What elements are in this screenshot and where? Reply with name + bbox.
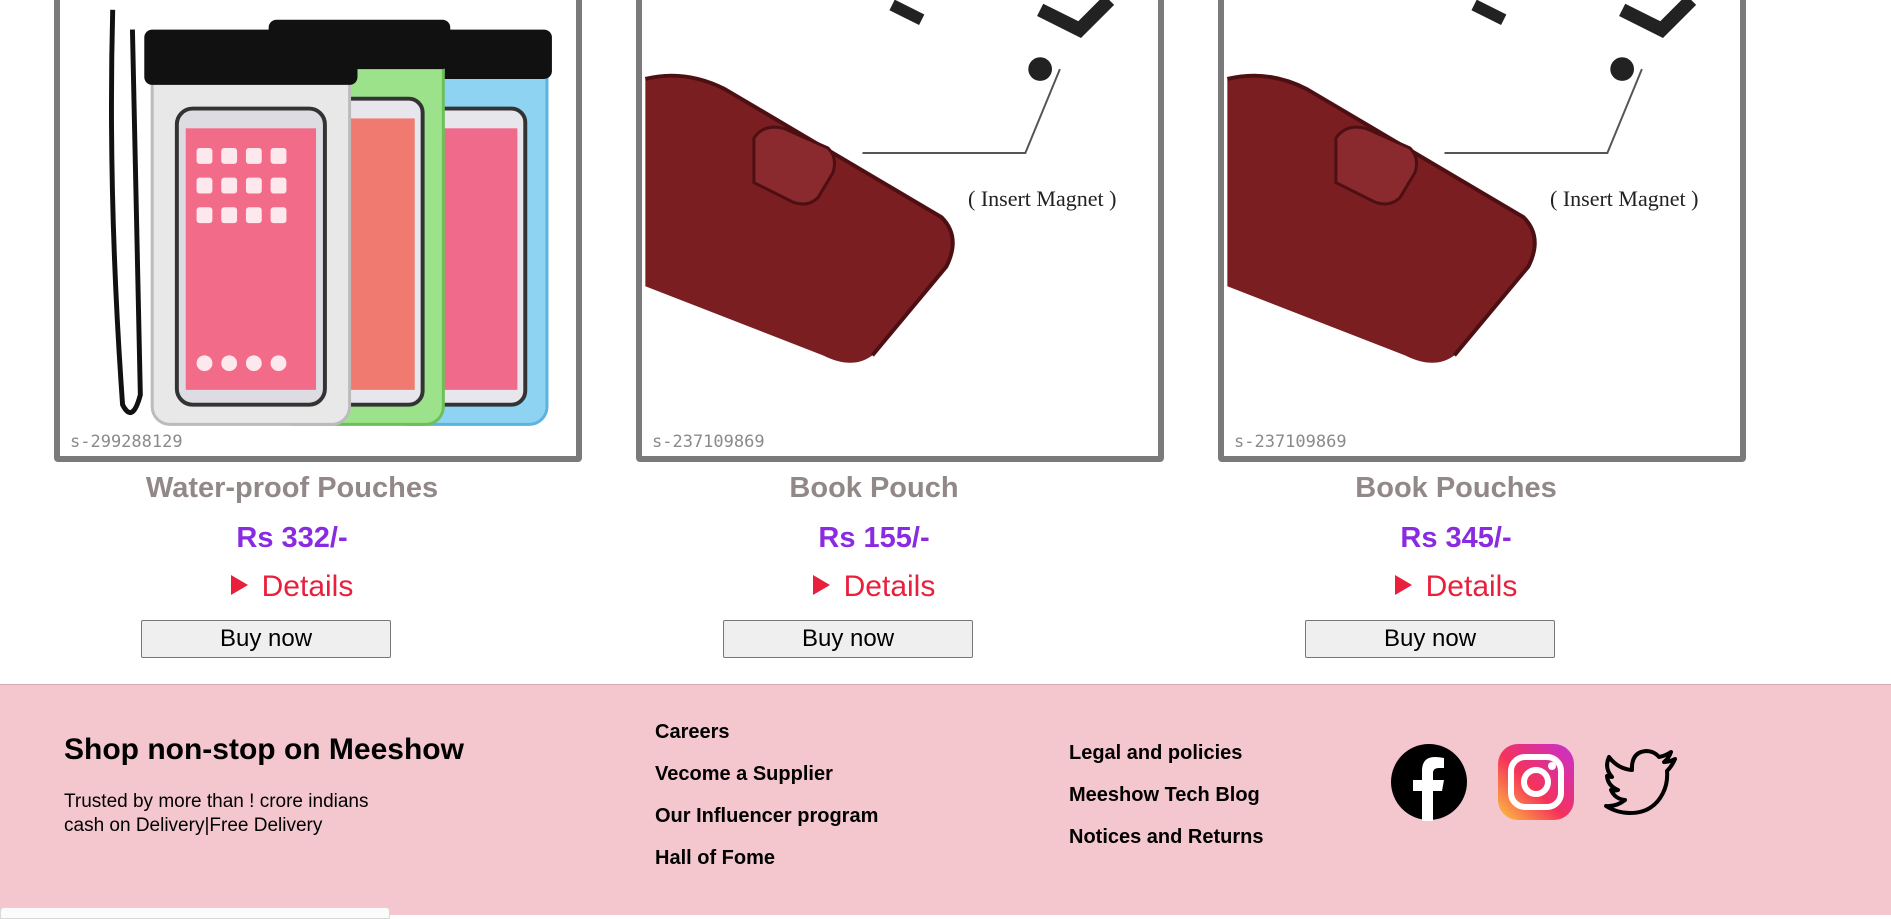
details-label: Details bbox=[261, 570, 354, 603]
footer-tagline: Trusted by more than ! crore indians bbox=[64, 791, 369, 812]
footer-link-hall-of-fame[interactable]: Hall of Fome bbox=[655, 847, 775, 870]
details-toggle[interactable]: Details bbox=[1218, 570, 1694, 604]
disclosure-triangle-icon bbox=[812, 575, 830, 595]
twitter-icon[interactable] bbox=[1603, 743, 1681, 821]
product-grid: s-299288129 Water-proof Pouches Rs 332/-… bbox=[0, 0, 1891, 684]
bottom-panel-tab[interactable] bbox=[0, 907, 390, 919]
footer-tagline: cash on Delivery|Free Delivery bbox=[64, 815, 323, 836]
buy-now-button[interactable]: Buy now bbox=[723, 620, 973, 658]
footer-link-careers[interactable]: Careers bbox=[655, 721, 730, 744]
product-price: Rs 155/- bbox=[818, 522, 930, 554]
footer-link-legal[interactable]: Legal and policies bbox=[1069, 742, 1242, 765]
site-footer: Shop non-stop on Meeshow Trusted by more… bbox=[0, 684, 1891, 915]
footer-link-tech-blog[interactable]: Meeshow Tech Blog bbox=[1069, 784, 1260, 807]
footer-heading: Shop non-stop on Meeshow bbox=[64, 733, 464, 766]
footer-link-notices[interactable]: Notices and Returns bbox=[1069, 826, 1263, 849]
footer-link-supplier[interactable]: Vecome a Supplier bbox=[655, 763, 833, 786]
waterproof-pouch-illustration bbox=[63, 0, 573, 456]
instagram-icon[interactable] bbox=[1497, 743, 1575, 821]
image-caption: ( Insert Magnet ) bbox=[968, 186, 1117, 211]
product-price: Rs 332/- bbox=[236, 522, 348, 554]
product-sku: s-299288129 bbox=[70, 432, 183, 452]
product-price: Rs 345/- bbox=[1400, 522, 1512, 554]
details-label: Details bbox=[1425, 570, 1518, 603]
facebook-icon[interactable] bbox=[1390, 743, 1468, 821]
product-image[interactable]: s-299288129 bbox=[54, 0, 582, 462]
footer-link-influencer[interactable]: Our Influencer program bbox=[655, 805, 878, 828]
product-sku: s-237109869 bbox=[1234, 432, 1347, 452]
product-title: Book Pouch bbox=[789, 472, 959, 504]
product-image[interactable]: ( Insert Magnet ) s-237109869 bbox=[636, 0, 1164, 462]
disclosure-triangle-icon bbox=[230, 575, 248, 595]
image-caption: ( Insert Magnet ) bbox=[1550, 186, 1699, 211]
product-sku: s-237109869 bbox=[652, 432, 765, 452]
details-toggle[interactable]: Details bbox=[636, 570, 1112, 604]
disclosure-triangle-icon bbox=[1394, 575, 1412, 595]
product-title: Water-proof Pouches bbox=[145, 472, 439, 504]
book-pouch-illustration bbox=[644, 0, 1155, 456]
details-toggle[interactable]: Details bbox=[54, 570, 530, 604]
buy-now-button[interactable]: Buy now bbox=[141, 620, 391, 658]
buy-now-button[interactable]: Buy now bbox=[1305, 620, 1555, 658]
book-pouch-illustration bbox=[1226, 0, 1737, 456]
product-title: Book Pouches bbox=[1355, 472, 1557, 504]
details-label: Details bbox=[843, 570, 936, 603]
product-image[interactable]: ( Insert Magnet ) s-237109869 bbox=[1218, 0, 1746, 462]
